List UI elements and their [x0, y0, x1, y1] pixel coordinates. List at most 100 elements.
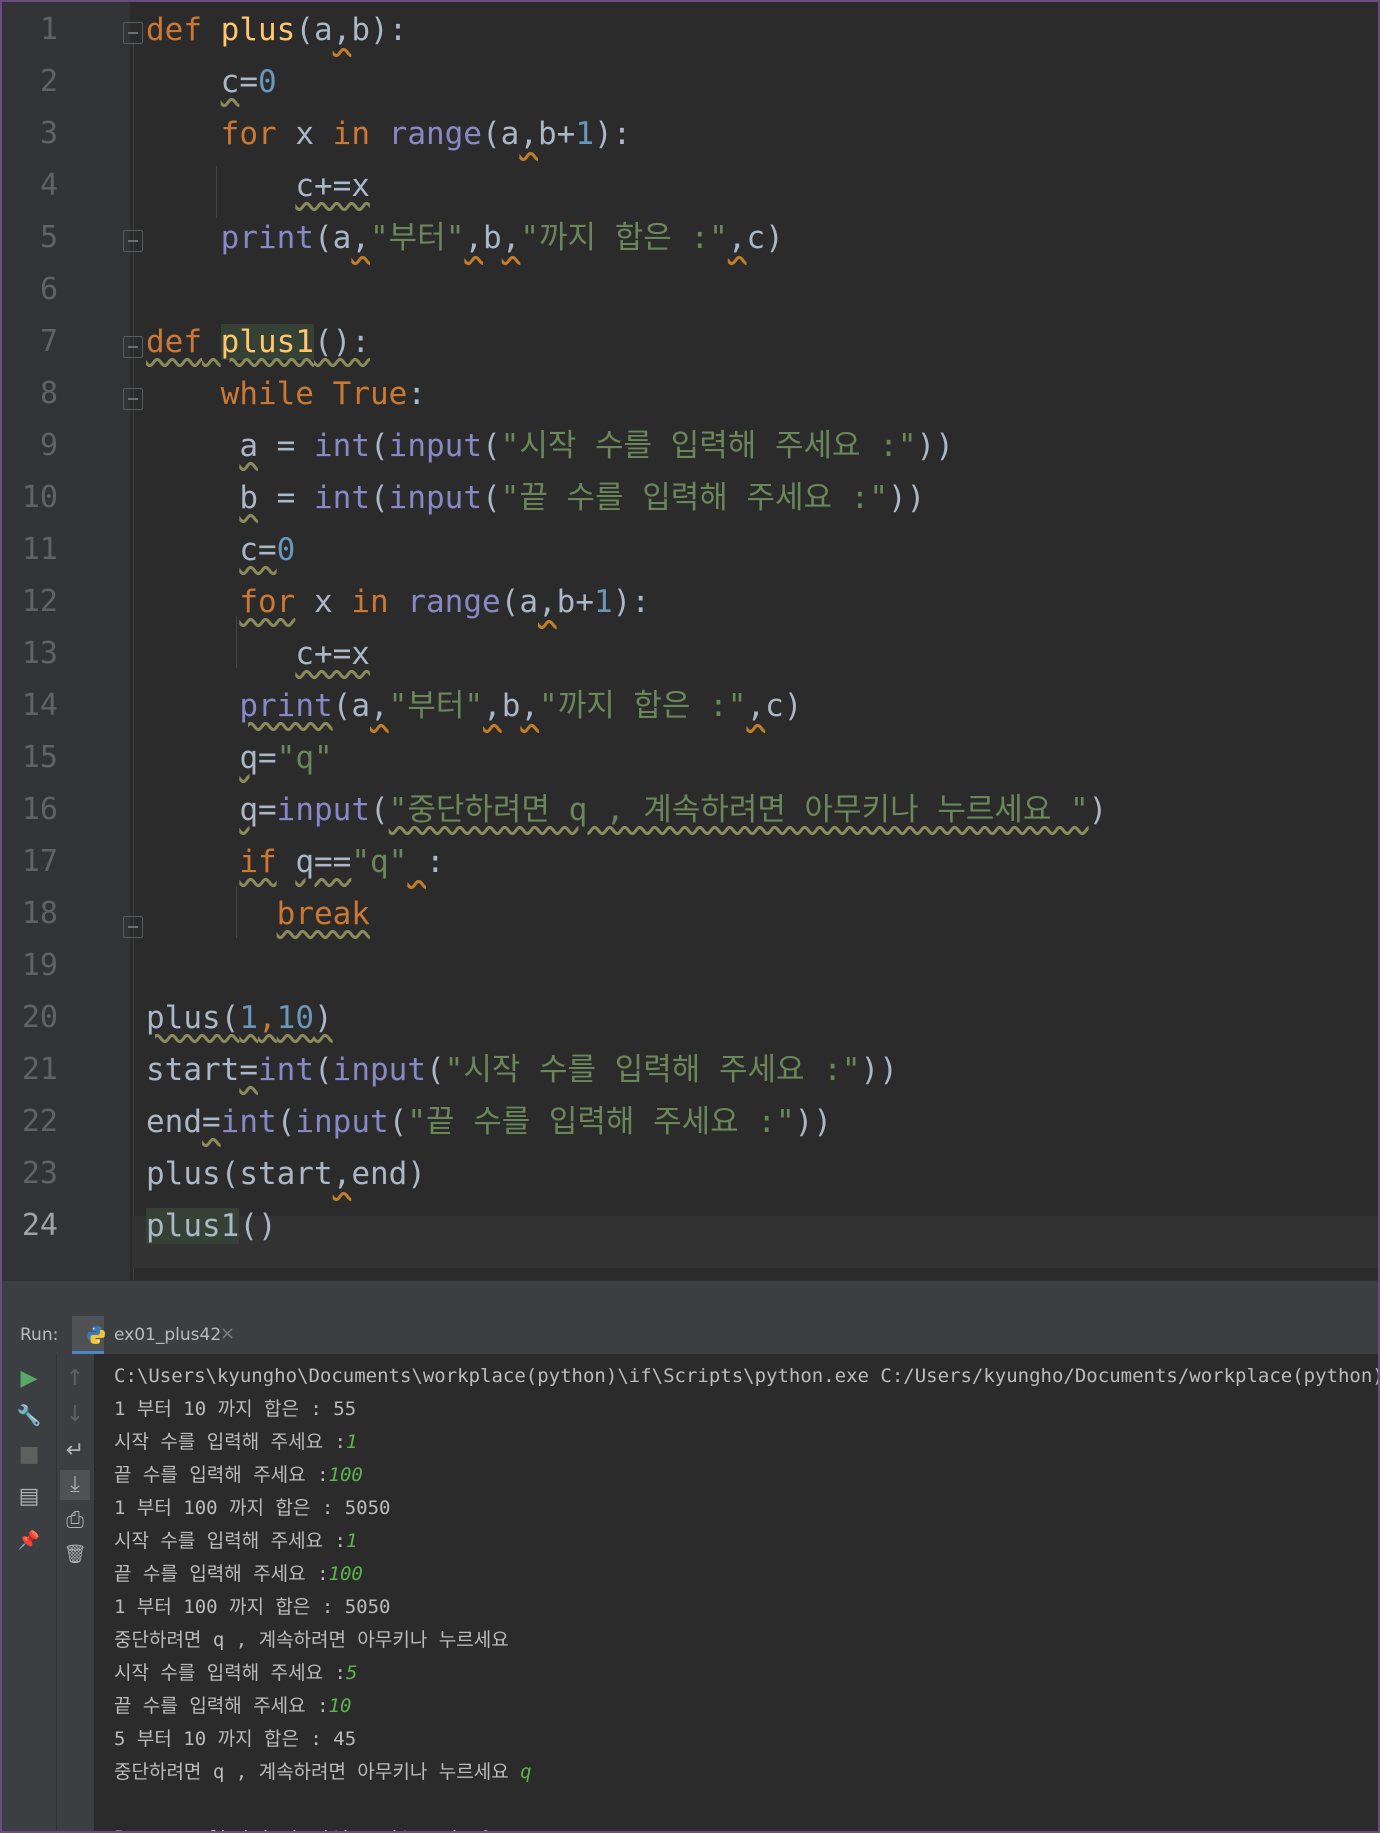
- code-line[interactable]: for x in range(a,b+1):: [146, 108, 632, 160]
- layout-icon[interactable]: ▤: [14, 1482, 44, 1512]
- code-editor[interactable]: 1 2 3 4 5 6 7 8 9 10 11 12 13 14 15 16 17 18 19 20 21 22 23 24 …: [2, 2, 1378, 1280]
- print-icon[interactable]: ⎙: [60, 1506, 90, 1536]
- code-token: "시작 수를 입력해 주세요 :": [500, 428, 917, 464]
- code-token: )): [794, 1104, 832, 1140]
- code-token: )): [860, 1052, 898, 1088]
- code-token: 1: [593, 584, 613, 620]
- code-token: ,: [464, 220, 484, 256]
- code-token: int: [314, 480, 370, 516]
- code-line[interactable]: plus(1,10): [146, 992, 333, 1044]
- scroll-up-icon[interactable]: ↑: [60, 1364, 90, 1394]
- line-number: 3: [39, 116, 58, 151]
- scroll-down-icon[interactable]: ↓: [60, 1400, 90, 1430]
- console-line: Process finished with exit code 0: [114, 1822, 492, 1831]
- console-output-text: 1 부터 100 까지 합은 : 5050: [114, 1596, 391, 1618]
- code-token: c=: [239, 532, 277, 568]
- code-token: ,: [520, 688, 540, 724]
- code-line[interactable]: if q=="q" :: [146, 836, 444, 888]
- fold-close-icon[interactable]: [123, 916, 143, 938]
- run-toolbar: ▶ 🔧 ■ ▤ 📌 ↑ ↓ ↵ ⤓ ⎙ 🗑: [2, 1354, 94, 1831]
- panel-splitter[interactable]: [2, 1280, 1378, 1317]
- trash-icon[interactable]: 🗑: [60, 1540, 90, 1570]
- code-token: =: [202, 1104, 221, 1140]
- code-token: 1: [575, 116, 594, 152]
- code-line[interactable]: def plus1():: [146, 316, 370, 368]
- code-token: "q": [276, 740, 333, 776]
- console-line: 중단하려면 q , 계속하려면 아무키나 누르세요: [114, 1624, 509, 1657]
- code-token: end: [146, 1104, 202, 1140]
- code-line[interactable]: for x in range(a,b+1):: [146, 576, 650, 628]
- code-line[interactable]: start=int(input("시작 수를 입력해 주세요 :")): [146, 1044, 898, 1096]
- code-line[interactable]: def plus(a,b):: [146, 4, 407, 56]
- code-line[interactable]: c+=x: [146, 160, 370, 212]
- code-token: def: [146, 324, 202, 360]
- console-line: 끝 수를 입력해 주세요 :100: [114, 1459, 363, 1492]
- scroll-to-end-icon[interactable]: ⤓: [60, 1470, 90, 1500]
- code-line[interactable]: break: [146, 888, 370, 940]
- code-token: (: [220, 1000, 240, 1036]
- code-token: break: [276, 896, 370, 932]
- code-line[interactable]: while True:: [146, 368, 426, 420]
- stop-icon[interactable]: ■: [14, 1440, 44, 1470]
- soft-wrap-icon[interactable]: ↵: [60, 1436, 90, 1466]
- code-token: def: [146, 12, 202, 48]
- code-line[interactable]: q=input("중단하려면 q , 계속하려면 아무키나 누르세요 "): [146, 784, 1107, 836]
- console-output-text: 시작 수를 입력해 주세요 :: [114, 1530, 346, 1552]
- code-token: plus: [220, 12, 296, 48]
- code-line[interactable]: b = int(input("끝 수를 입력해 주세요 :")): [146, 472, 925, 524]
- console-output-text: Process finished with exit code 0: [114, 1827, 492, 1831]
- line-number: 22: [21, 1104, 58, 1139]
- code-token: plus1: [220, 324, 314, 360]
- fold-close-icon[interactable]: [123, 230, 143, 252]
- code-line[interactable]: c+=x: [146, 628, 370, 680]
- code-token: =: [239, 64, 258, 100]
- code-token: (: [370, 792, 389, 828]
- code-token: b):: [351, 12, 408, 48]
- code-token: "부터": [388, 688, 484, 724]
- console-line: 5 부터 10 까지 합은 : 45: [114, 1723, 356, 1756]
- code-token: plus: [146, 1000, 221, 1036]
- code-token: "q": [351, 844, 408, 880]
- run-console-output[interactable]: C:\Users\kyungho\Documents\workplace(pyt…: [94, 1354, 1378, 1831]
- code-token: (a: [500, 584, 538, 620]
- code-line[interactable]: c=0: [146, 56, 277, 108]
- close-icon[interactable]: ×: [220, 1323, 235, 1344]
- code-token: print: [220, 220, 314, 256]
- run-config-tab[interactable]: ex01_plus42 ×: [72, 1316, 235, 1354]
- code-token: =: [239, 1052, 258, 1088]
- console-output-text: 시작 수를 입력해 주세요 :: [114, 1431, 346, 1453]
- console-line: 시작 수를 입력해 주세요 :1: [114, 1525, 357, 1558]
- code-line[interactable]: print(a,"부터",b,"까지 합은 :",c): [146, 212, 784, 264]
- line-number-gutter: 1 2 3 4 5 6 7 8 9 10 11 12 13 14 15 16 17 18 19 20 21 22 23 24: [2, 2, 130, 1280]
- code-token: ,: [332, 1156, 352, 1192]
- console-user-input: 10: [328, 1695, 352, 1717]
- code-token: ,: [483, 688, 502, 724]
- code-token: (: [276, 1104, 296, 1140]
- code-line[interactable]: plus1(): [146, 1200, 277, 1252]
- code-token: =: [258, 792, 277, 828]
- code-line[interactable]: print(a,"부터",b,"까지 합은 :",c): [146, 680, 802, 732]
- wrench-icon[interactable]: 🔧: [14, 1400, 44, 1430]
- code-token: True: [332, 376, 408, 412]
- code-line[interactable]: q="q": [146, 732, 333, 784]
- code-token: c+=x: [295, 636, 370, 672]
- code-token: ): [314, 1000, 333, 1036]
- code-token: "까지 합은 :": [539, 688, 747, 724]
- code-token: in: [332, 116, 370, 152]
- fold-open-icon[interactable]: [123, 22, 143, 44]
- fold-open-icon[interactable]: [123, 388, 143, 410]
- code-token: ,: [351, 220, 370, 256]
- pin-icon[interactable]: 📌: [14, 1526, 44, 1556]
- line-number: 6: [39, 272, 58, 307]
- run-icon[interactable]: ▶: [14, 1364, 44, 1394]
- console-line: 시작 수를 입력해 주세요 :5: [114, 1657, 357, 1690]
- code-line[interactable]: end=int(input("끝 수를 입력해 주세요 :")): [146, 1096, 832, 1148]
- code-token: input: [388, 480, 482, 516]
- code-line[interactable]: a = int(input("시작 수를 입력해 주세요 :")): [146, 420, 954, 472]
- code-line[interactable]: plus(start,end): [146, 1148, 426, 1200]
- code-token: "시작 수를 입력해 주세요 :": [444, 1052, 861, 1088]
- code-line[interactable]: c=0: [146, 524, 295, 576]
- fold-open-icon[interactable]: [123, 336, 143, 358]
